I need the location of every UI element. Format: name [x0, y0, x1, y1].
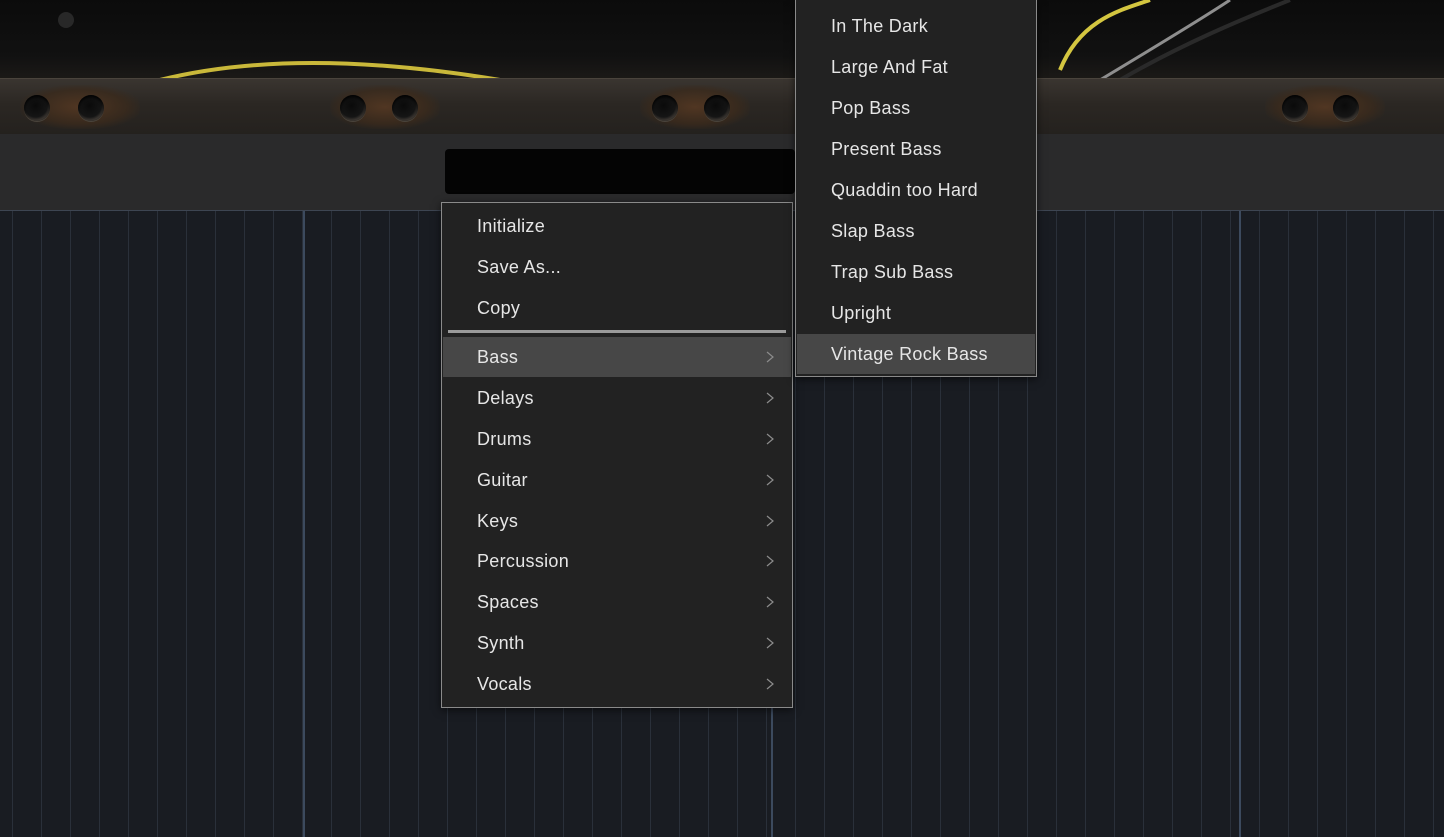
menu-item-label: Drums	[477, 429, 532, 449]
rack-screw-hole	[24, 95, 50, 121]
submenu-item-slap-bass[interactable]: Slap Bass	[797, 211, 1035, 251]
chevron-right-icon	[766, 678, 774, 690]
submenu-item-label: Pop Bass	[831, 98, 911, 118]
rack-screw-hole	[652, 95, 678, 121]
menu-item-label: Spaces	[477, 592, 539, 612]
menu-item-initialize[interactable]: Initialize	[443, 206, 791, 246]
submenu-item-label: Large And Fat	[831, 57, 948, 77]
menu-item-guitar[interactable]: Guitar	[443, 460, 791, 500]
chevron-right-icon	[766, 637, 774, 649]
submenu-item-in-the-dark[interactable]: In The Dark	[797, 6, 1035, 46]
menu-item-label: Delays	[477, 388, 534, 408]
submenu-item-present-bass[interactable]: Present Bass	[797, 129, 1035, 169]
preset-context-menu: Initialize Save As... Copy Bass Delays D…	[441, 202, 793, 708]
chevron-right-icon	[766, 351, 774, 363]
menu-item-label: Vocals	[477, 674, 532, 694]
menu-item-label: Bass	[477, 347, 519, 367]
rack-screw-hole	[78, 95, 104, 121]
chevron-right-icon	[766, 555, 774, 567]
menu-item-percussion[interactable]: Percussion	[443, 541, 791, 581]
submenu-item-large-and-fat[interactable]: Large And Fat	[797, 47, 1035, 87]
submenu-item-vintage-rock-bass[interactable]: Vintage Rock Bass	[797, 334, 1035, 374]
menu-item-label: Save As...	[477, 257, 562, 277]
rack-screw-hole	[392, 95, 418, 121]
menu-item-drums[interactable]: Drums	[443, 419, 791, 459]
menu-item-label: Guitar	[477, 470, 528, 490]
rack-top-panel	[0, 0, 1444, 80]
menu-item-spaces[interactable]: Spaces	[443, 582, 791, 622]
chevron-right-icon	[766, 474, 774, 486]
menu-item-save-as[interactable]: Save As...	[443, 247, 791, 287]
chevron-right-icon	[766, 515, 774, 527]
submenu-item-label: Vintage Rock Bass	[831, 344, 988, 364]
rack-screw-hole	[1282, 95, 1308, 121]
rack-screw-hole	[340, 95, 366, 121]
submenu-item-label: Present Bass	[831, 139, 942, 159]
submenu-item-trap-sub-bass[interactable]: Trap Sub Bass	[797, 252, 1035, 292]
chevron-right-icon	[766, 392, 774, 404]
menu-item-copy[interactable]: Copy	[443, 288, 791, 328]
submenu-item-label: Upright	[831, 303, 892, 323]
menu-item-label: Initialize	[477, 216, 546, 236]
menu-item-label: Percussion	[477, 551, 570, 571]
rack-screw-hole	[704, 95, 730, 121]
submenu-item-upright[interactable]: Upright	[797, 293, 1035, 333]
menu-item-label: Synth	[477, 633, 525, 653]
submenu-item-label: In The Dark	[831, 16, 929, 36]
menu-item-vocals[interactable]: Vocals	[443, 664, 791, 704]
preset-display[interactable]	[445, 149, 795, 194]
menu-separator	[448, 330, 786, 333]
submenu-item-label: Quaddin too Hard	[831, 180, 978, 200]
rack-screw-hole	[1333, 95, 1359, 121]
menu-item-label: Keys	[477, 511, 519, 531]
chevron-right-icon	[766, 433, 774, 445]
submenu-item-quaddin-too-hard[interactable]: Quaddin too Hard	[797, 170, 1035, 210]
rack-rail	[0, 78, 1444, 136]
submenu-item-pop-bass[interactable]: Pop Bass	[797, 88, 1035, 128]
menu-item-bass[interactable]: Bass	[443, 337, 791, 377]
bass-submenu: In The Dark Large And Fat Pop Bass Prese…	[795, 0, 1037, 377]
submenu-item-label: Trap Sub Bass	[831, 262, 954, 282]
cable-decoration	[58, 0, 1291, 80]
submenu-item-label: Slap Bass	[831, 221, 915, 241]
menu-item-label: Copy	[477, 298, 521, 318]
menu-item-keys[interactable]: Keys	[443, 501, 791, 541]
chevron-right-icon	[766, 596, 774, 608]
menu-item-synth[interactable]: Synth	[443, 623, 791, 663]
menu-item-delays[interactable]: Delays	[443, 378, 791, 418]
